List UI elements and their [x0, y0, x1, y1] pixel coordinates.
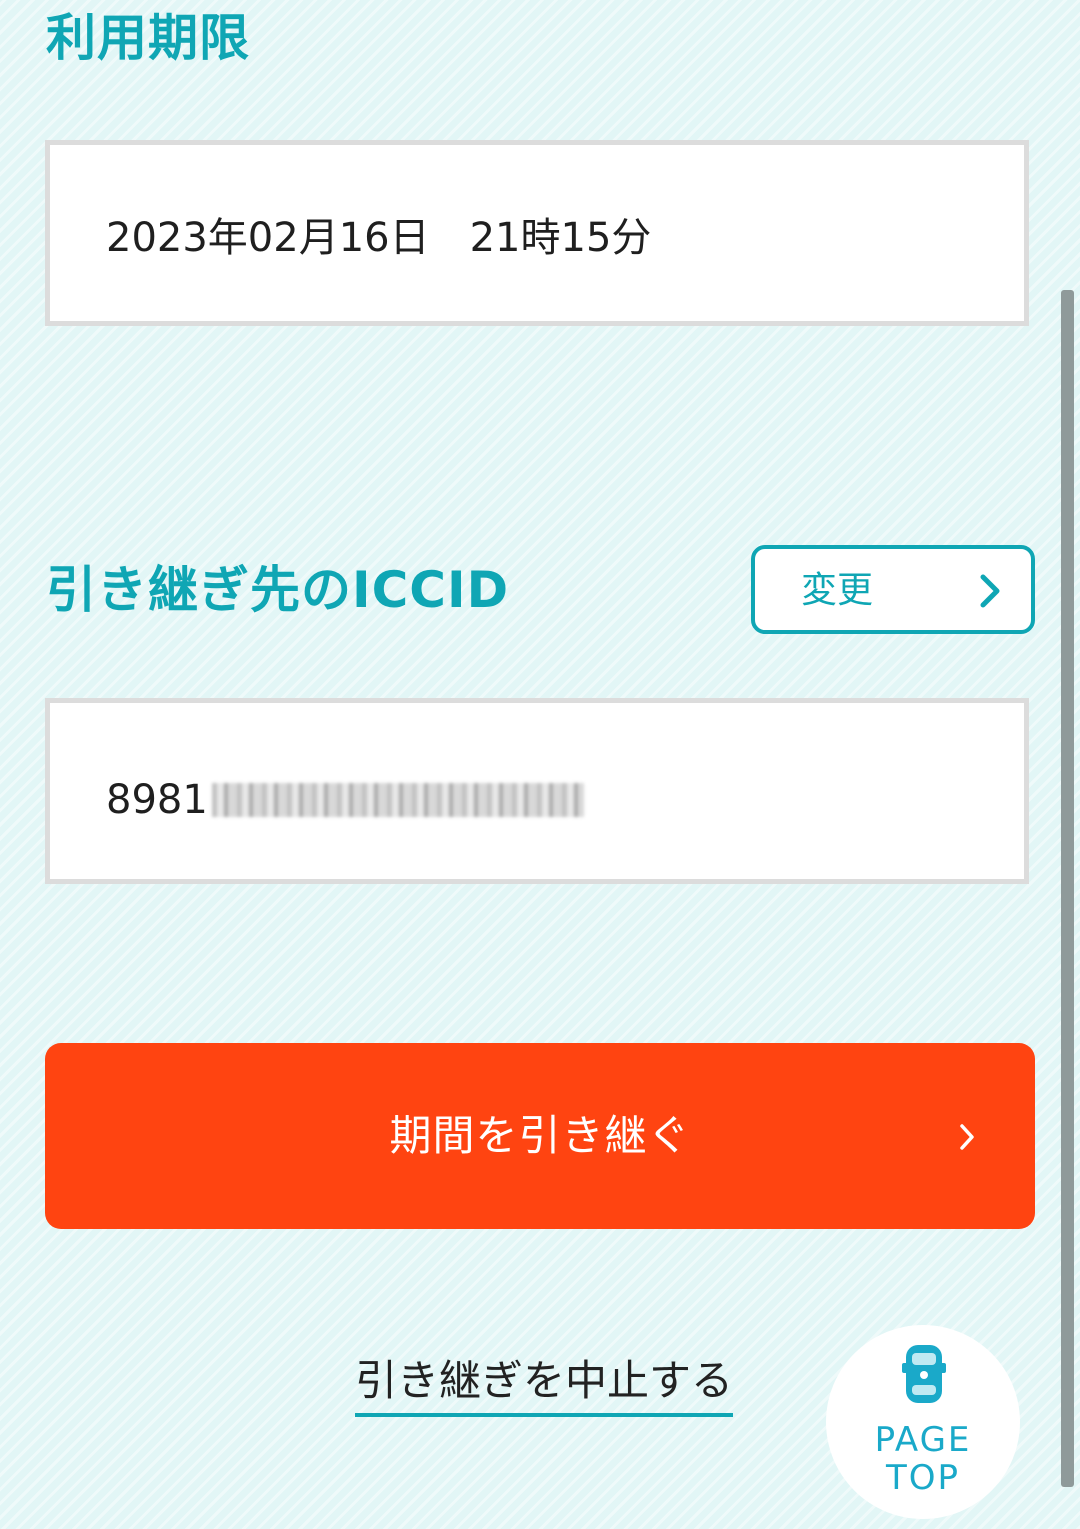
cancel-transfer-link[interactable]: 引き継ぎを中止する [355, 1355, 734, 1417]
scrollbar[interactable] [1061, 290, 1074, 1487]
chevron-right-icon [957, 1121, 977, 1157]
change-iccid-button[interactable]: 変更 [751, 545, 1035, 634]
transfer-button-label: 期間を引き継ぐ [389, 1111, 691, 1160]
iccid-masked-digits [211, 783, 584, 817]
chevron-right-icon [977, 571, 1003, 615]
page-top-label: PAGE TOP [826, 1421, 1020, 1497]
transfer-period-button[interactable]: 期間を引き継ぐ [45, 1043, 1035, 1229]
expiry-value-box: 2023年02月16日 21時15分 [45, 140, 1029, 326]
change-button-label: 変更 [801, 570, 874, 611]
page-top-button[interactable]: PAGE TOP [826, 1325, 1020, 1519]
car-icon [902, 1339, 946, 1413]
iccid-value: 8981 [106, 775, 584, 825]
iccid-title: 引き継ぎ先のICCID [46, 561, 510, 619]
page-top-label-line1: PAGE [874, 1420, 972, 1460]
iccid-value-box: 8981 [45, 698, 1029, 884]
page-top-label-line2: TOP [885, 1458, 961, 1498]
expiry-value: 2023年02月16日 21時15分 [106, 215, 652, 261]
iccid-visible-prefix: 8981 [106, 777, 208, 823]
expiry-title: 利用期限 [46, 9, 250, 67]
